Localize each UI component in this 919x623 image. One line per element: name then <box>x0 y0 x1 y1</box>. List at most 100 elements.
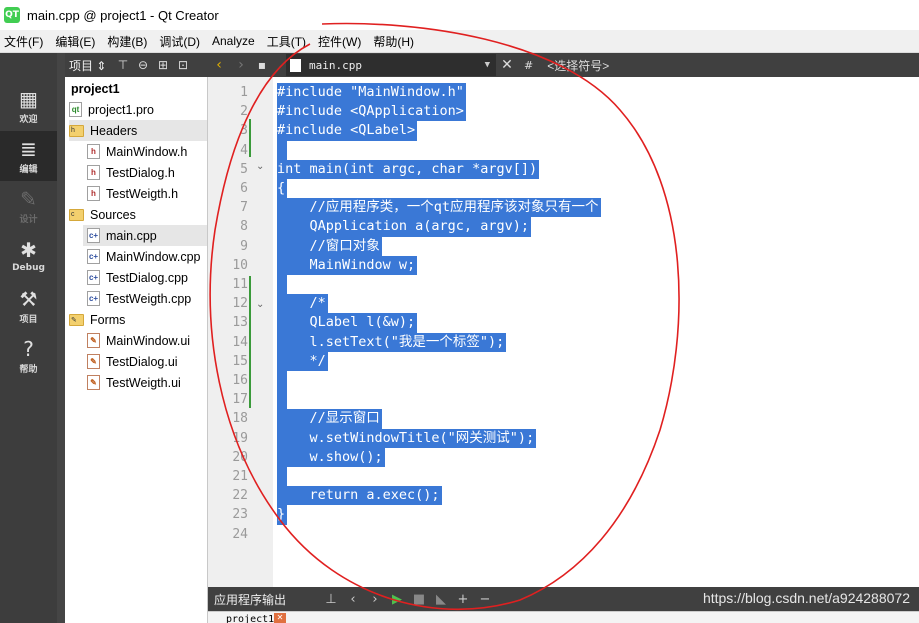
line-number: 10 <box>232 257 248 273</box>
code-line[interactable]: w.show(); <box>277 447 385 467</box>
add-icon[interactable]: + <box>452 592 474 607</box>
code-line[interactable]: l.setText("我是一个标签"); <box>277 332 507 352</box>
tree-file[interactable]: h MainWindow.h <box>87 141 187 162</box>
forward-arrow-icon[interactable]: › <box>230 57 252 73</box>
tree-folder-headers[interactable]: h Headers <box>69 120 207 141</box>
cpp-file-icon: c+ <box>87 270 100 285</box>
attach-icon[interactable]: ⊥ <box>320 592 342 607</box>
menu-bar: 文件(F) 编辑(E) 构建(B) 调试(D) Analyze 工具(T) 控件… <box>0 30 919 53</box>
remove-icon[interactable]: − <box>474 592 496 607</box>
line-number: 24 <box>232 526 248 542</box>
project-view-combo[interactable]: 项目 ⇕ <box>65 57 113 74</box>
line-number: 5 <box>240 161 248 177</box>
code-line[interactable]: //显示窗口 <box>277 409 382 429</box>
code-line[interactable]: QLabel l(&w); <box>277 313 418 333</box>
symbol-hash: # <box>524 58 534 72</box>
mode-welcome[interactable]: ▦ 欢迎 <box>0 81 57 131</box>
line-number: 11 <box>232 277 248 292</box>
code-line[interactable]: { <box>277 179 288 199</box>
code-line[interactable]: //应用程序类，一个qt应用程序该对象只有一个 <box>277 198 601 218</box>
prev-icon[interactable]: ‹ <box>342 592 364 607</box>
line-number: 15 <box>232 353 248 369</box>
close-tab-icon[interactable]: ✕ <box>274 613 286 623</box>
line-number: 12 <box>232 296 248 312</box>
symbol-combo[interactable]: <选择符号> <box>547 57 609 74</box>
code-line[interactable]: /* <box>277 294 328 314</box>
menu-debug[interactable]: 调试(D) <box>155 33 208 50</box>
menu-help[interactable]: 帮助(H) <box>369 33 422 50</box>
code-line[interactable]: #include <QApplication> <box>277 102 466 122</box>
tree-file[interactable]: ✎ MainWindow.ui <box>87 330 190 351</box>
close-document-icon[interactable]: ✕ <box>496 57 518 73</box>
open-documents-combo[interactable]: main.cpp ▼ <box>286 54 496 76</box>
code-line[interactable]: //窗口对象 <box>277 236 382 256</box>
mode-projects[interactable]: ⚒ 项目 <box>0 281 57 331</box>
output-tab[interactable]: project1 <box>226 614 274 623</box>
code-line[interactable]: int main(int argc, char *argv[]) <box>277 159 540 179</box>
tree-file-selected[interactable]: c+ main.cpp <box>83 225 207 246</box>
help-icon: ? <box>23 336 34 361</box>
tree-file[interactable]: h TestWeigth.h <box>87 183 178 204</box>
tree-file[interactable]: ✎ TestWeigth.ui <box>87 372 181 393</box>
code-line[interactable] <box>277 371 287 391</box>
run-icon[interactable]: ▶ <box>386 592 408 607</box>
project-tree: project1 qt project1.pro h Headers h MainWi… <box>65 77 208 623</box>
code-line[interactable]: QApplication a(argc, argv); <box>277 217 531 237</box>
tree-label: TestWeigth.ui <box>106 375 181 390</box>
menu-file[interactable]: 文件(F) <box>0 33 51 50</box>
ui-file-icon: ✎ <box>87 354 100 369</box>
filter-icon[interactable]: ⊤ <box>113 58 133 72</box>
next-icon[interactable]: › <box>364 592 386 607</box>
tree-file[interactable]: c+ MainWindow.cpp <box>87 246 201 267</box>
menu-widgets[interactable]: 控件(W) <box>314 33 369 50</box>
line-number: 6 <box>240 181 248 196</box>
tree-file[interactable]: h TestDialog.h <box>87 162 175 183</box>
code-line[interactable]: #include "MainWindow.h" <box>277 83 466 103</box>
tree-file[interactable]: c+ TestWeigth.cpp <box>87 288 191 309</box>
code-line[interactable] <box>277 467 287 487</box>
debug-run-icon[interactable]: ◣ <box>430 592 452 607</box>
line-number: 2 <box>240 104 248 120</box>
code-line[interactable]: #include <QLabel> <box>277 121 418 141</box>
tree-folder-forms[interactable]: ✎ Forms <box>69 309 125 330</box>
mode-label: 设计 <box>19 214 38 225</box>
mode-edit[interactable]: ≣ 编辑 <box>0 131 57 181</box>
fold-arrow-icon[interactable]: ⌄ <box>256 157 264 176</box>
code-line[interactable]: } <box>277 505 288 525</box>
code-line[interactable]: */ <box>277 351 328 371</box>
tree-root[interactable]: project1 <box>71 78 120 99</box>
line-number: 20 <box>232 449 248 465</box>
code-line[interactable] <box>277 390 287 410</box>
stop-icon[interactable]: ■ <box>408 592 430 607</box>
tree-pro-file[interactable]: qt project1.pro <box>69 99 154 120</box>
mode-debug[interactable]: ✱ Debug <box>0 231 57 281</box>
tree-file[interactable]: c+ TestDialog.cpp <box>87 267 188 288</box>
project-view-label: 项目 <box>69 58 94 73</box>
code-line[interactable] <box>277 140 287 160</box>
pro-file-icon: qt <box>69 102 82 117</box>
menu-tools[interactable]: 工具(T) <box>263 33 314 50</box>
mode-help[interactable]: ? 帮助 <box>0 331 57 381</box>
line-number: 21 <box>232 469 248 484</box>
tree-folder-sources[interactable]: c Sources <box>69 204 136 225</box>
link-icon[interactable]: ⊖ <box>133 58 153 72</box>
mode-design[interactable]: ✎ 设计 <box>0 181 57 231</box>
menu-edit[interactable]: 编辑(E) <box>51 33 103 50</box>
code-line[interactable]: w.setWindowTitle("网关测试"); <box>277 428 537 448</box>
code-line[interactable]: MainWindow w; <box>277 255 418 275</box>
tree-label: Forms <box>90 312 126 327</box>
close-panel-icon[interactable]: ⊡ <box>173 58 193 72</box>
menu-analyze[interactable]: Analyze <box>208 34 263 48</box>
grid-icon: ▦ <box>19 86 38 111</box>
back-arrow-icon[interactable]: ‹ <box>208 57 230 73</box>
ui-file-icon: ✎ <box>87 333 100 348</box>
qt-creator-logo-icon: QT <box>4 7 20 23</box>
code-line[interactable]: return a.exec(); <box>277 486 442 506</box>
mode-label: 项目 <box>19 314 38 325</box>
fold-arrow-icon[interactable]: ⌄ <box>256 295 264 314</box>
split-icon[interactable]: ⊞ <box>153 58 173 72</box>
code-line[interactable] <box>277 275 287 295</box>
line-number: 22 <box>232 488 248 504</box>
menu-build[interactable]: 构建(B) <box>103 33 155 50</box>
tree-file[interactable]: ✎ TestDialog.ui <box>87 351 178 372</box>
